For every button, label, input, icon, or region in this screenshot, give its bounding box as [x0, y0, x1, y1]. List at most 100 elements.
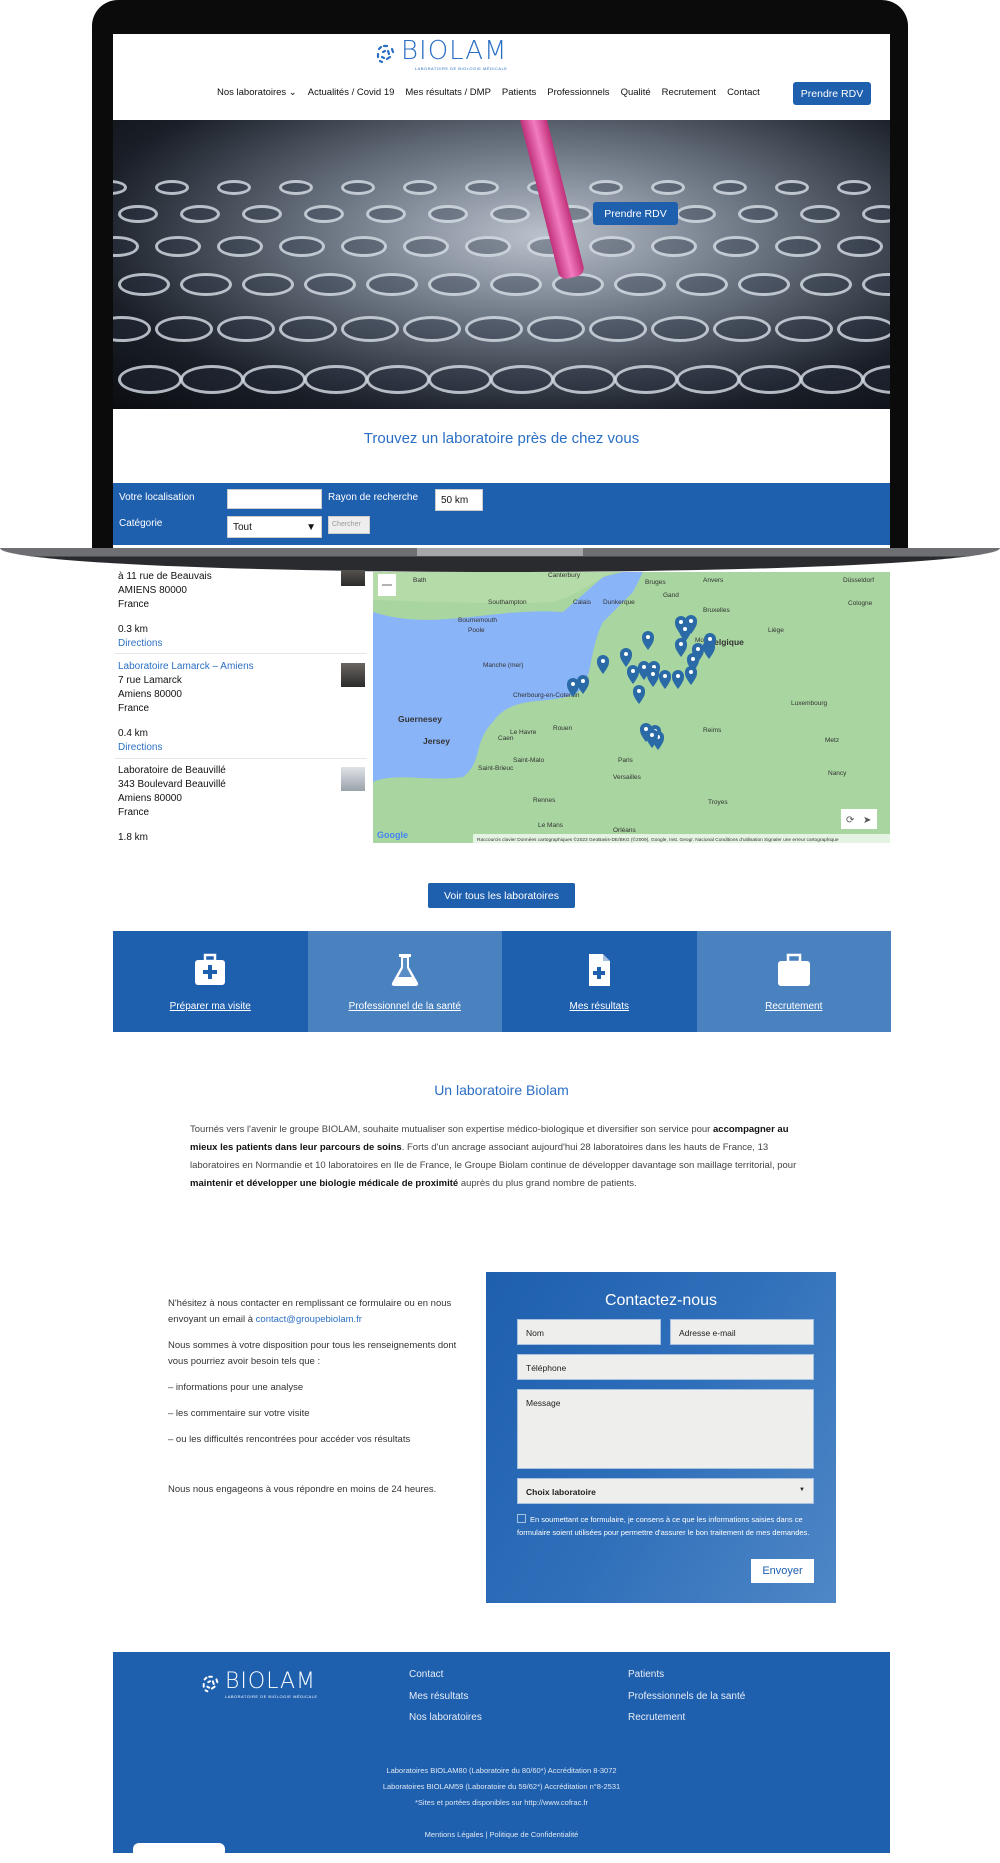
map-label: Le Mans — [538, 822, 564, 829]
map-label: Poole — [468, 627, 485, 634]
test-tube — [589, 236, 635, 257]
test-tube — [862, 273, 890, 297]
tile-recrutement[interactable]: Recrutement — [696, 931, 892, 1032]
nav-patients[interactable]: Patients — [502, 87, 536, 98]
phone-input[interactable]: Téléphone — [517, 1354, 814, 1380]
lab-thumbnail — [341, 767, 365, 791]
map-label: Metz — [825, 737, 839, 744]
header-prendre-rdv-button[interactable]: Prendre RDV — [793, 82, 871, 105]
category-select[interactable]: Tout ▼ — [227, 516, 322, 538]
nav-contact[interactable]: Contact — [727, 87, 760, 98]
test-tube — [279, 316, 337, 343]
footer-link-resultats[interactable]: Mes résultats — [409, 1691, 468, 1702]
contact-closing: Nous nous engageons à vous répondre en m… — [168, 1484, 437, 1495]
caret-down-icon: ▼ — [306, 522, 316, 533]
map-label: Canterbury — [548, 572, 581, 579]
footer-link-patients[interactable]: Patients — [628, 1669, 664, 1680]
search-button[interactable]: Chercher — [328, 516, 370, 534]
lab-address: 7 rue Lamarck — [118, 675, 182, 686]
test-tube — [713, 180, 747, 196]
radius-select[interactable]: 50 km — [435, 489, 483, 511]
test-tube — [614, 273, 666, 297]
tile-label[interactable]: Professionnel de la santé — [308, 1001, 503, 1012]
nav-recrutement[interactable]: Recrutement — [662, 87, 716, 98]
tile-label[interactable]: Mes résultats — [502, 1001, 697, 1012]
tile-label[interactable]: Recrutement — [697, 1001, 892, 1012]
test-tube — [304, 365, 368, 394]
submit-button[interactable]: Envoyer — [751, 1559, 814, 1583]
tile-label[interactable]: Préparer ma visite — [113, 1001, 308, 1012]
test-tube — [837, 180, 871, 196]
test-tube — [713, 236, 759, 257]
locate-arrow-icon[interactable]: ➤ — [863, 815, 871, 826]
test-tube — [217, 236, 263, 257]
map-label: Le Havre — [510, 729, 537, 736]
medical-kit-icon — [195, 953, 226, 985]
footer-logo[interactable]: BIOLAM LABORATOIRE DE BIOLOGIE MÉDICALE — [201, 1669, 318, 1699]
nav-nos-laboratoires[interactable]: Nos laboratoires ⌄ — [217, 87, 297, 98]
flask-icon — [391, 954, 418, 986]
footer-link-professionnels[interactable]: Professionnels de la santé — [628, 1691, 745, 1702]
map-attribution[interactable]: Raccourcis clavier Données cartographiqu… — [477, 836, 839, 843]
footer-legal-links[interactable]: Mentions Légales | Politique de Confiden… — [113, 1830, 890, 1839]
nav-qualite[interactable]: Qualité — [621, 87, 651, 98]
map-label: Rouen — [553, 725, 573, 732]
chat-widget-button[interactable] — [133, 1843, 225, 1863]
finder-title: Trouvez un laboratoire près de chez vous — [363, 430, 640, 447]
map-label: Cologne — [848, 600, 873, 607]
test-tube — [862, 365, 890, 394]
lab-city: Amiens 80000 — [118, 793, 182, 804]
footer-link-laboratoires[interactable]: Nos laboratoires — [409, 1712, 482, 1723]
nav-actualites[interactable]: Actualités / Covid 19 — [308, 87, 395, 98]
test-tube — [676, 365, 740, 394]
marker-dot — [646, 635, 650, 639]
map-canvas[interactable]: Bath Southampton Bournemouth Poole Manche (m… — [373, 572, 890, 843]
lab-select[interactable]: Choix laboratoire ▼ — [517, 1478, 814, 1504]
refresh-icon[interactable]: ⟳ — [846, 815, 855, 826]
name-input[interactable]: Nom — [517, 1319, 661, 1345]
tile-professionnel[interactable]: Professionnel de la santé — [307, 931, 503, 1032]
message-textarea[interactable]: Message — [517, 1389, 814, 1469]
map-label: Dunkerque — [603, 599, 635, 606]
email-input[interactable]: Adresse e-mail — [670, 1319, 814, 1345]
test-tube — [180, 273, 232, 297]
contact-email-link[interactable]: contact@groupebiolam.fr — [256, 1314, 362, 1325]
main-nav: Nos laboratoires ⌄ Actualités / Covid 19… — [217, 87, 760, 98]
medical-file-icon — [589, 954, 611, 986]
location-input[interactable] — [227, 489, 322, 509]
lab-results-list[interactable]: à 11 rue de Beauvais AMIENS 80000 France… — [113, 570, 373, 843]
about-title: Un laboratoire Biolam — [434, 1082, 569, 1098]
all-labs-button[interactable]: Voir tous les laboratoires — [428, 883, 575, 908]
map-label: Bath — [413, 577, 427, 584]
map-label: Liège — [768, 627, 784, 634]
test-tube — [341, 316, 399, 343]
nav-professionnels[interactable]: Professionnels — [547, 87, 609, 98]
tile-preparer-visite[interactable]: Préparer ma visite — [113, 931, 308, 1032]
about-bold: maintenir et développer une biologie méd… — [190, 1178, 459, 1189]
map-label: Bruges — [645, 579, 666, 586]
test-tube — [589, 316, 647, 343]
labs-map[interactable]: Bath Southampton Bournemouth Poole Manche (m… — [373, 572, 890, 843]
hero-prendre-rdv-button[interactable]: Prendre RDV — [593, 202, 678, 225]
footer-link-recrutement[interactable]: Recrutement — [628, 1712, 685, 1723]
list-item: Laboratoire de Beauvillé 343 Boulevard B… — [118, 764, 363, 843]
directions-link[interactable]: Directions — [118, 637, 363, 651]
test-tube — [651, 316, 709, 343]
contact-form: Contactez-nous Nom Adresse e-mail Téléph… — [486, 1272, 836, 1603]
briefcase-icon — [777, 953, 810, 986]
map-label: Troyes — [708, 799, 728, 806]
marker-dot — [624, 652, 628, 656]
footer-link-contact[interactable]: Contact — [409, 1669, 443, 1680]
test-tube — [403, 316, 461, 343]
directions-link[interactable]: Directions — [118, 741, 363, 755]
test-tube — [341, 236, 387, 257]
tile-mes-resultats[interactable]: Mes résultats — [502, 931, 697, 1032]
lab-country: France — [118, 599, 150, 610]
nav-mes-resultats[interactable]: Mes résultats / DMP — [405, 87, 491, 98]
test-tube — [428, 273, 480, 297]
consent-text: En soumettant ce formulaire, je consens … — [517, 1515, 810, 1537]
header-logo[interactable]: BIOLAM LABORATOIRE DE BIOLOGIE MÉDICALE — [375, 36, 507, 71]
test-tube — [341, 180, 375, 196]
lab-name-link[interactable]: Laboratoire Lamarck – Amiens — [118, 660, 363, 674]
test-tube — [279, 180, 313, 196]
